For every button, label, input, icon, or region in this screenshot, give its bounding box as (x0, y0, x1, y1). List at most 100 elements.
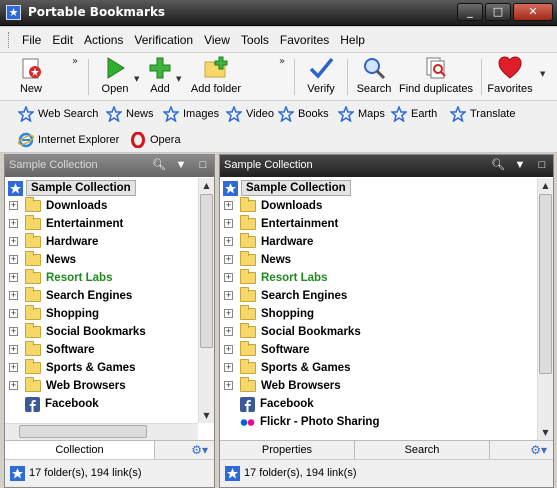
menu-verification[interactable]: Verification (129, 33, 199, 47)
tree-folder-row[interactable]: + Search Engines (220, 287, 537, 305)
link-video[interactable]: Video (226, 104, 274, 124)
tree-folder-row[interactable]: + Social Bookmarks (5, 323, 198, 341)
scroll-down-arrow[interactable]: ▼ (199, 408, 214, 423)
link-maps[interactable]: Maps (338, 104, 385, 124)
find-duplicates-button[interactable]: Find duplicates (398, 55, 474, 99)
expand-icon[interactable]: + (9, 363, 18, 372)
add-folder-button[interactable]: Add folder (188, 55, 244, 99)
tree-folder-row[interactable]: + Web Browsers (5, 377, 198, 395)
expand-icon[interactable]: + (9, 309, 18, 318)
scroll-thumb[interactable] (539, 194, 552, 374)
expand-icon[interactable]: + (9, 327, 18, 336)
expand-icon[interactable]: + (224, 381, 233, 390)
scroll-up-arrow[interactable]: ▲ (199, 178, 214, 193)
expand-icon[interactable]: + (224, 291, 233, 300)
tree-folder-row[interactable]: + Software (220, 341, 537, 359)
expand-icon[interactable]: + (224, 345, 233, 354)
panel-maximize-icon[interactable]: □ (534, 158, 550, 173)
gear-icon[interactable]: ⚙▾ (530, 443, 547, 457)
expand-icon[interactable]: + (9, 345, 18, 354)
tree-link-row[interactable]: Facebook (220, 395, 537, 413)
expand-icon[interactable]: + (224, 237, 233, 246)
menu-grip[interactable] (8, 31, 11, 48)
tree-link-row[interactable]: Facebook (5, 395, 198, 413)
expand-icon[interactable]: + (9, 201, 18, 210)
link-translate[interactable]: Translate (450, 104, 515, 124)
tab-collection[interactable]: Collection (5, 441, 155, 459)
menu-tools[interactable]: Tools (236, 33, 275, 47)
menu-help[interactable]: Help (335, 33, 371, 47)
expand-icon[interactable]: + (224, 255, 233, 264)
tree-folder-row[interactable]: + News (5, 251, 198, 269)
tree-folder-row[interactable]: + Downloads (220, 197, 537, 215)
expand-icon[interactable]: + (224, 201, 233, 210)
tree-folder-row[interactable]: + Entertainment (220, 215, 537, 233)
verify-button[interactable]: Verify (302, 55, 340, 99)
search-button[interactable]: Search (354, 55, 394, 99)
close-button[interactable]: ✕ (513, 3, 553, 21)
expand-icon[interactable]: + (224, 219, 233, 228)
panel-maximize-icon[interactable]: □ (195, 158, 211, 173)
left-tree[interactable]: Sample Collection + Downloads + Entertainmen… (5, 179, 198, 423)
expand-icon[interactable]: + (9, 219, 18, 228)
menu-actions[interactable]: Actions (79, 33, 129, 47)
add-dropdown-arrow[interactable]: ▼ (176, 75, 181, 83)
panel-menu-arrow-icon[interactable]: ▼ (173, 158, 189, 173)
tree-folder-row[interactable]: + Web Browsers (220, 377, 537, 395)
link-internet-explorer[interactable]: Internet Explorer (18, 130, 119, 150)
scroll-thumb[interactable] (200, 194, 213, 348)
panel-search-icon[interactable]: 🔍︎ (151, 158, 167, 173)
link-news[interactable]: News (106, 104, 154, 124)
tree-folder-row[interactable]: + Downloads (5, 197, 198, 215)
panel-menu-arrow-icon[interactable]: ▼ (512, 158, 528, 173)
tab-search[interactable]: Search (355, 441, 490, 459)
expand-icon[interactable]: + (224, 327, 233, 336)
tree-folder-row[interactable]: + Entertainment (5, 215, 198, 233)
add-button[interactable]: Add (145, 55, 175, 99)
hscroll-thumb[interactable] (19, 425, 147, 438)
tree-folder-row[interactable]: + Hardware (5, 233, 198, 251)
tree-folder-row[interactable]: + Shopping (5, 305, 198, 323)
favorites-dropdown-arrow[interactable]: ▼ (540, 70, 545, 78)
expand-icon[interactable]: + (224, 273, 233, 282)
maximize-button[interactable]: □ (485, 3, 511, 21)
tree-folder-row[interactable]: + Software (5, 341, 198, 359)
expand-icon[interactable]: + (224, 309, 233, 318)
tree-link-row[interactable]: Flickr - Photo Sharing (220, 413, 537, 431)
tree-folder-row[interactable]: + Shopping (220, 305, 537, 323)
tree-folder-row[interactable]: + Hardware (220, 233, 537, 251)
link-web-search[interactable]: Web Search (18, 104, 98, 124)
left-vertical-scrollbar[interactable]: ▲ ▼ (198, 178, 214, 423)
minimize-button[interactable]: _ (457, 3, 483, 21)
expand-icon[interactable]: + (9, 291, 18, 300)
tree-folder-row[interactable]: + Sports & Games (5, 359, 198, 377)
expand-icon[interactable]: + (9, 273, 18, 282)
tree-folder-row[interactable]: + Search Engines (5, 287, 198, 305)
tab-properties[interactable]: Properties (220, 441, 355, 459)
panel-search-icon[interactable]: 🔍︎ (490, 158, 506, 173)
expand-icon[interactable]: + (9, 237, 18, 246)
gear-icon[interactable]: ⚙▾ (191, 443, 208, 457)
toolbar-overflow-1[interactable]: » (72, 56, 78, 67)
tree-folder-row[interactable]: + News (220, 251, 537, 269)
tree-root[interactable]: Sample Collection (8, 179, 136, 197)
link-opera[interactable]: Opera (130, 130, 181, 150)
tree-folder-row[interactable]: + Social Bookmarks (220, 323, 537, 341)
right-tree[interactable]: Sample Collection + Downloads + Entertainmen… (220, 179, 537, 440)
new-button[interactable]: New (14, 55, 48, 99)
right-vertical-scrollbar[interactable]: ▲ ▼ (537, 178, 553, 440)
menu-file[interactable]: File (17, 33, 47, 47)
menu-view[interactable]: View (199, 33, 236, 47)
menu-favorites[interactable]: Favorites (275, 33, 335, 47)
toolbar-overflow-2[interactable]: » (279, 56, 285, 67)
expand-icon[interactable]: + (9, 381, 18, 390)
scroll-down-arrow[interactable]: ▼ (538, 425, 553, 440)
tree-root[interactable]: Sample Collection (223, 179, 351, 197)
expand-icon[interactable]: + (224, 363, 233, 372)
link-images[interactable]: Images (163, 104, 219, 124)
menu-edit[interactable]: Edit (47, 33, 79, 47)
tree-folder-row[interactable]: + Resort Labs (5, 269, 198, 287)
tree-folder-row[interactable]: + Sports & Games (220, 359, 537, 377)
open-dropdown-arrow[interactable]: ▼ (134, 75, 139, 83)
favorites-button[interactable]: Favorites (486, 55, 534, 99)
